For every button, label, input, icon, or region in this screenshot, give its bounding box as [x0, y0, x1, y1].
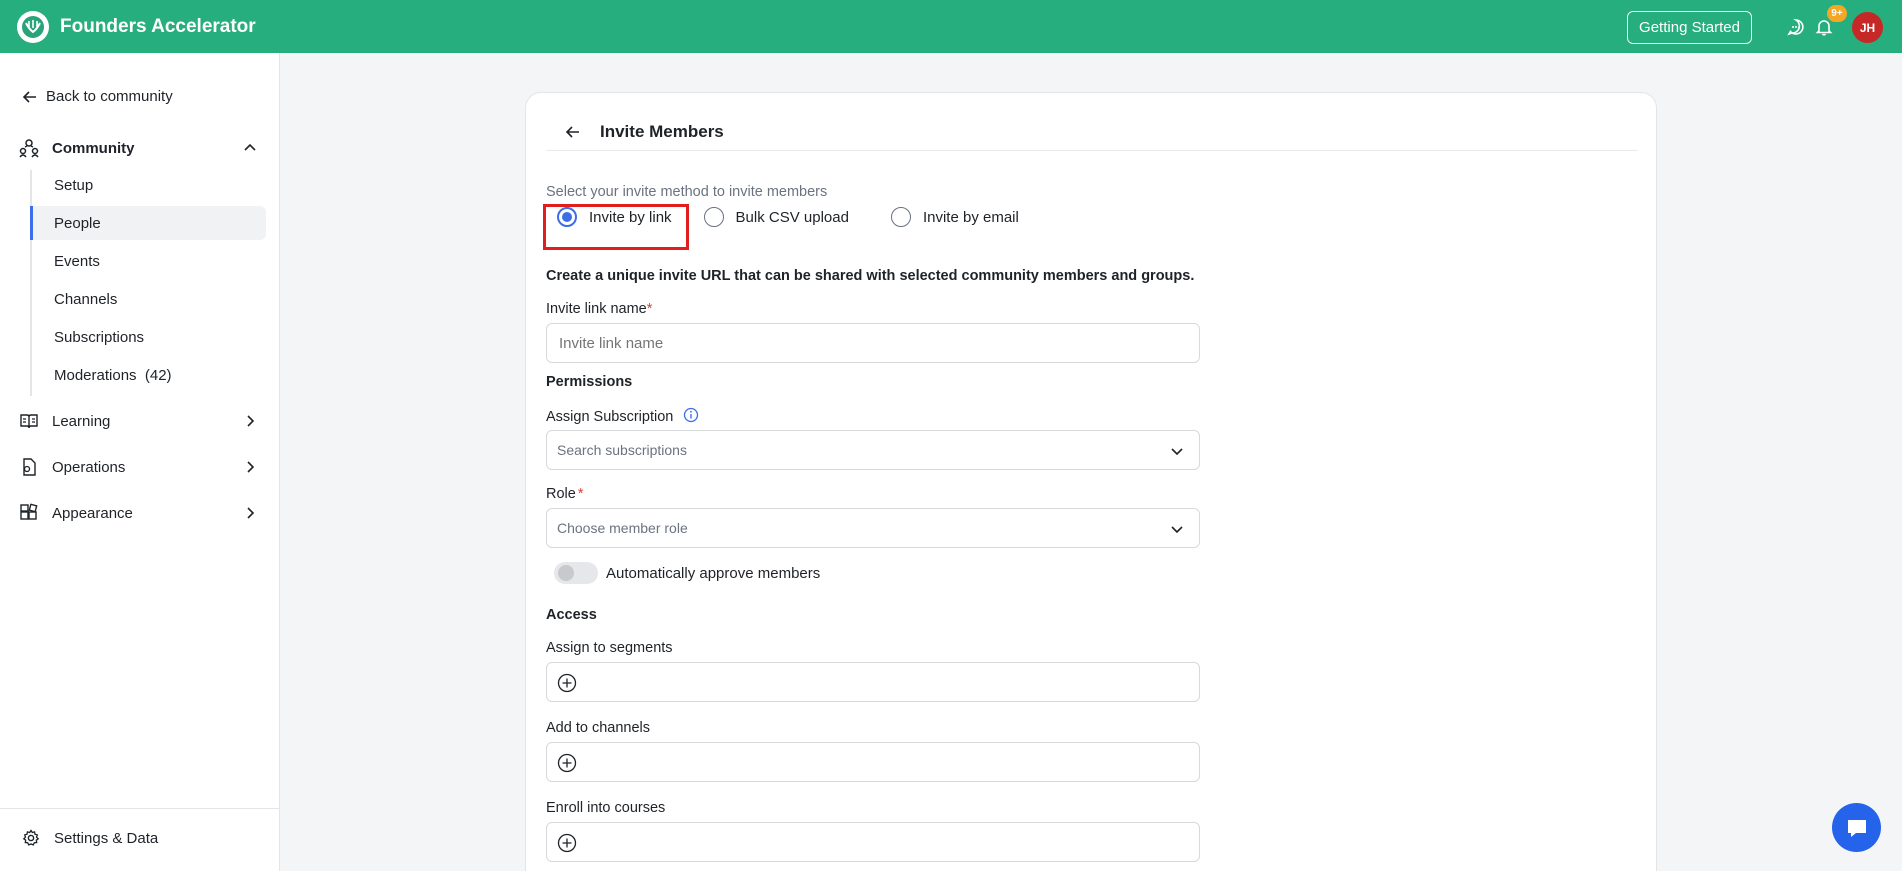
info-icon[interactable]: [683, 407, 699, 423]
sidebar-item-people[interactable]: People: [30, 206, 266, 240]
operations-label: Operations: [52, 458, 126, 476]
assign-subscription-label: Assign Subscription: [546, 407, 699, 425]
sidebar-footer: Settings & Data: [0, 808, 280, 871]
invite-by-email-label: Invite by email: [922, 208, 1019, 226]
invite-by-link-label: Invite by link: [589, 208, 672, 226]
learning-label: Learning: [52, 412, 111, 430]
chevron-right-icon: [247, 507, 255, 519]
enroll-into-courses-label: Enroll into courses: [546, 800, 666, 816]
support-chat-button[interactable]: [1832, 803, 1881, 852]
arrow-left-icon: [22, 90, 36, 103]
bulk-csv-upload-option[interactable]: Bulk CSV upload: [703, 207, 849, 227]
chat-icon[interactable]: [1785, 16, 1807, 38]
segments-field[interactable]: [546, 662, 1200, 702]
settings-and-data-label: Settings & Data: [54, 829, 159, 847]
invite-members-card: Invite Members Select your invite method…: [525, 92, 1657, 871]
app-logo[interactable]: [17, 11, 49, 43]
chevron-down-icon: [1171, 448, 1183, 456]
chevron-right-icon: [247, 461, 255, 473]
card-header: Invite Members: [546, 113, 1638, 151]
sidebar-item-moderations[interactable]: Moderations (42): [30, 358, 266, 392]
book-icon: [18, 410, 40, 432]
sidebar-section-community[interactable]: Community: [18, 133, 258, 163]
sidebar: Back to community Community Setup People…: [0, 53, 280, 871]
subscription-placeholder: Search subscriptions: [557, 442, 687, 458]
permissions-title: Permissions: [546, 374, 633, 390]
auto-approve-toggle[interactable]: [554, 562, 598, 584]
back-to-community-link[interactable]: Back to community: [22, 88, 173, 105]
invite-link-name-input[interactable]: [546, 323, 1200, 363]
getting-started-button[interactable]: Getting Started: [1627, 11, 1752, 44]
page-title: Invite Members: [600, 121, 724, 141]
back-to-community-label: Back to community: [46, 88, 173, 105]
bulk-csv-upload-radio[interactable]: [703, 207, 724, 227]
invite-method-prompt: Select your invite method to invite memb…: [546, 184, 828, 200]
chat-bubble-icon: [1847, 819, 1866, 837]
settings-and-data-link[interactable]: Settings & Data: [22, 829, 158, 847]
invite-by-link-radio[interactable]: [557, 207, 577, 227]
chevron-down-icon: [1171, 526, 1183, 534]
subscription-select[interactable]: Search subscriptions: [546, 430, 1200, 470]
auto-approve-label: Automatically approve members: [606, 564, 821, 582]
chevron-right-icon: [247, 415, 255, 427]
bulk-csv-upload-label: Bulk CSV upload: [735, 208, 849, 226]
channels-field[interactable]: [546, 742, 1200, 782]
user-avatar[interactable]: JH: [1852, 12, 1883, 43]
community-label: Community: [52, 139, 135, 157]
add-to-channels-label: Add to channels: [546, 720, 650, 736]
courses-field[interactable]: [546, 822, 1200, 862]
invite-by-link-option[interactable]: Invite by link: [557, 207, 672, 227]
chevron-up-icon: [244, 143, 256, 151]
add-circle-icon[interactable]: [557, 833, 577, 853]
auto-approve-row: Automatically approve members: [554, 562, 820, 584]
access-title: Access: [546, 607, 597, 623]
app-title[interactable]: Founders Accelerator: [60, 16, 256, 38]
sidebar-item-channels[interactable]: Channels: [30, 282, 266, 316]
role-select[interactable]: Choose member role: [546, 508, 1200, 548]
invite-by-email-option[interactable]: Invite by email: [890, 207, 1019, 227]
gear-icon: [22, 829, 40, 846]
assign-to-segments-label: Assign to segments: [546, 640, 673, 656]
back-arrow-icon[interactable]: [562, 121, 584, 143]
add-circle-icon[interactable]: [557, 673, 577, 693]
sidebar-section-learning[interactable]: Learning: [18, 406, 258, 436]
sidebar-section-appearance[interactable]: Appearance: [18, 498, 258, 528]
assign-subscription-label-text: Assign Subscription: [546, 409, 674, 425]
invite-by-email-radio[interactable]: [890, 207, 911, 227]
role-placeholder: Choose member role: [557, 520, 688, 536]
community-icon: [18, 137, 40, 159]
top-bar: Founders Accelerator Getting Started 9+ …: [0, 0, 1902, 53]
sidebar-item-events[interactable]: Events: [30, 244, 266, 278]
required-mark: *: [577, 486, 584, 502]
invite-link-name-label: Invite link name*: [546, 301, 652, 317]
invite-link-name-label-text: Invite link name: [546, 301, 647, 317]
role-label: Role *: [546, 486, 583, 502]
appearance-label: Appearance: [52, 504, 133, 522]
invite-method-group: Invite by link Bulk CSV upload Invite by…: [546, 205, 1041, 229]
invite-link-description: Create a unique invite URL that can be s…: [546, 268, 1195, 284]
add-circle-icon[interactable]: [557, 753, 577, 773]
notification-badge: 9+: [1827, 5, 1847, 22]
sidebar-item-setup[interactable]: Setup: [30, 168, 266, 202]
sidebar-section-operations[interactable]: Operations: [18, 452, 258, 482]
sidebar-item-subscriptions[interactable]: Subscriptions: [30, 320, 266, 354]
role-label-text: Role: [546, 486, 576, 502]
operations-icon: [18, 456, 40, 478]
required-mark: *: [646, 301, 653, 317]
appearance-icon: [18, 502, 40, 524]
